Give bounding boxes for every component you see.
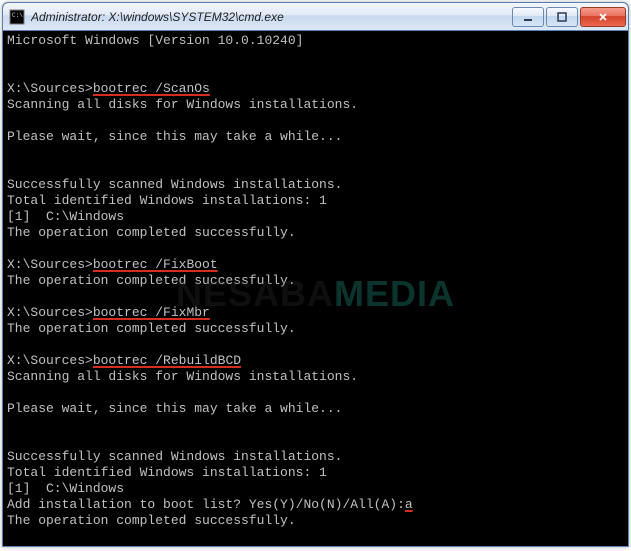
output-line: [1] C:\Windows [7, 209, 124, 224]
prompt: X:\Sources> [7, 545, 93, 546]
cmd-window: C:\ Administrator: X:\windows\SYSTEM32\c… [2, 2, 629, 547]
svg-text:C:\: C:\ [12, 12, 23, 19]
prompt: X:\Sources> [7, 81, 93, 96]
output-line: Successfully scanned Windows installatio… [7, 177, 342, 192]
command-fixboot: bootrec /FixBoot [93, 257, 218, 272]
close-button[interactable] [580, 7, 626, 27]
console-output[interactable]: Microsoft Windows [Version 10.0.10240] X… [3, 31, 628, 546]
output-line: Microsoft Windows [Version 10.0.10240] [7, 33, 303, 48]
command-scanos: bootrec /ScanOs [93, 81, 210, 96]
window-buttons [510, 7, 626, 27]
prompt: X:\Sources> [7, 353, 93, 368]
command-fixmbr: bootrec /FixMbr [93, 305, 210, 320]
titlebar[interactable]: C:\ Administrator: X:\windows\SYSTEM32\c… [3, 3, 628, 31]
user-input-a: a [405, 497, 413, 512]
window-title: Administrator: X:\windows\SYSTEM32\cmd.e… [31, 10, 504, 24]
cmd-icon: C:\ [9, 9, 25, 25]
prompt: X:\Sources> [7, 257, 93, 272]
output-line: The operation completed successfully. [7, 225, 296, 240]
command-rebuildbcd: bootrec /RebuildBCD [93, 353, 241, 368]
output-line: Please wait, since this may take a while… [7, 129, 342, 144]
output-line: Add installation to boot list? Yes(Y)/No… [7, 497, 405, 512]
output-line: [1] C:\Windows [7, 481, 124, 496]
output-line: The operation completed successfully. [7, 513, 296, 528]
output-line: Scanning all disks for Windows installat… [7, 97, 358, 112]
command-exit: exit [93, 545, 124, 546]
minimize-button[interactable] [512, 7, 544, 27]
output-line: Please wait, since this may take a while… [7, 401, 342, 416]
output-line: Scanning all disks for Windows installat… [7, 369, 358, 384]
output-line: The operation completed successfully. [7, 273, 296, 288]
maximize-button[interactable] [546, 7, 578, 27]
output-line: Total identified Windows installations: … [7, 465, 327, 480]
prompt: X:\Sources> [7, 305, 93, 320]
output-line: The operation completed successfully. [7, 321, 296, 336]
output-line: Total identified Windows installations: … [7, 193, 327, 208]
output-line: Successfully scanned Windows installatio… [7, 449, 342, 464]
